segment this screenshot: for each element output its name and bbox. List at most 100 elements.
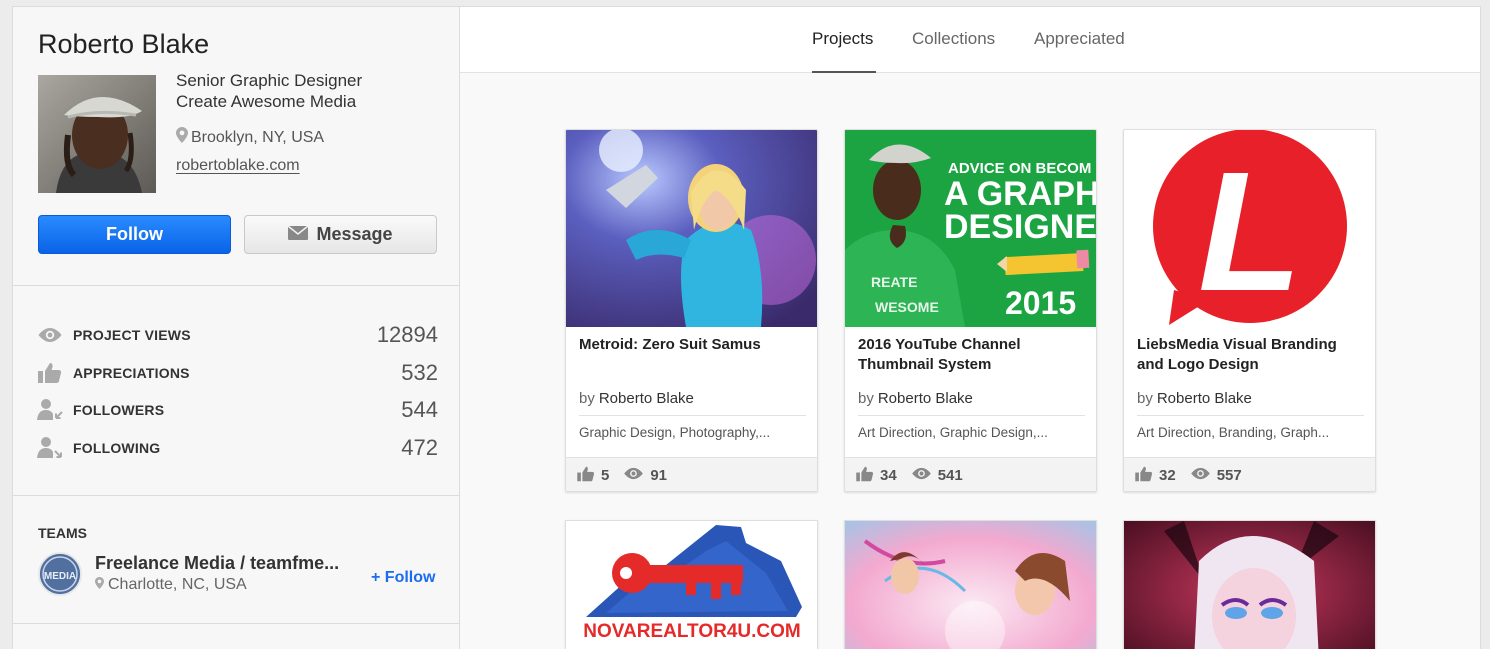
project-thumbnail[interactable] xyxy=(566,130,817,327)
owner-link[interactable]: Roberto Blake xyxy=(599,390,694,407)
team-name-link[interactable]: Freelance Media / teamfme... xyxy=(95,553,350,574)
view-count: 541 xyxy=(937,467,963,484)
profile-website-link[interactable]: robertoblake.com xyxy=(176,157,300,175)
project-thumbnail xyxy=(845,521,1096,649)
project-stats: 32 557 xyxy=(1124,457,1375,491)
eye-icon xyxy=(623,467,644,484)
tab-appreciated[interactable]: Appreciated xyxy=(1034,29,1125,49)
view-count: 557 xyxy=(1216,467,1242,484)
divider xyxy=(13,495,459,496)
project-title[interactable]: LiebsMedia Visual Branding and Logo Desi… xyxy=(1137,335,1365,375)
appreciation-count: 5 xyxy=(601,467,610,484)
thumbs-up-icon xyxy=(856,466,874,486)
by-text: by xyxy=(858,390,874,407)
envelope-icon xyxy=(288,224,309,245)
stat-appreciations: APPRECIATIONS 532 xyxy=(36,358,438,388)
thumbs-up-icon xyxy=(577,466,595,486)
project-owner: by Roberto Blake xyxy=(858,390,973,407)
novarealtor-logo-text: NOVAREALTOR4U.COM xyxy=(583,621,800,642)
project-fields: Art Direction, Branding, Graph... xyxy=(1137,425,1330,440)
field-link[interactable]: Art Direction xyxy=(858,425,932,440)
field-link[interactable]: Graph... xyxy=(1280,425,1329,440)
project-card[interactable]: REATE WESOME ADVICE ON BECOM A GRAPH DES… xyxy=(844,129,1097,492)
profile-sidebar: Roberto Blake Senior Graphic Designer Cr… xyxy=(12,6,460,649)
followers-icon xyxy=(36,398,64,422)
profile-occupation: Senior Graphic Designer xyxy=(176,71,363,90)
eye-icon xyxy=(911,467,932,484)
project-title[interactable]: 2016 YouTube Channel Thumbnail System xyxy=(858,335,1086,375)
tab-projects[interactable]: Projects xyxy=(812,29,873,49)
profile-location: Brooklyn, NY, USA xyxy=(176,127,324,148)
field-link[interactable]: Branding xyxy=(1219,425,1273,440)
divider xyxy=(579,415,806,416)
team-follow-button[interactable]: + Follow xyxy=(371,569,435,587)
stat-value: 544 xyxy=(401,397,438,422)
divider xyxy=(858,415,1085,416)
follow-button[interactable]: Follow xyxy=(38,215,231,254)
eye-icon xyxy=(1190,467,1211,484)
stat-label: FOLLOWERS xyxy=(73,402,165,418)
liebsmedia-logo-letter: L xyxy=(1198,137,1302,327)
project-card[interactable]: NOVAREALTOR4U.COM xyxy=(565,520,818,649)
thumbs-up-icon xyxy=(1135,466,1153,486)
profile-name: Roberto Blake xyxy=(38,29,210,59)
team-location: Charlotte, NC, USA xyxy=(95,576,247,594)
team-location-text: Charlotte, NC, USA xyxy=(108,576,247,593)
teams-heading: TEAMS xyxy=(38,525,87,541)
thumbs-up-icon xyxy=(36,362,64,384)
project-stats: 34 541 xyxy=(845,457,1096,491)
field-link[interactable]: Graphic Design,... xyxy=(940,425,1048,440)
stat-value: 472 xyxy=(401,435,438,460)
field-link[interactable]: Graphic Design xyxy=(579,425,672,440)
active-tab-indicator xyxy=(812,71,876,73)
project-owner: by Roberto Blake xyxy=(579,390,694,407)
appreciation-count: 32 xyxy=(1159,467,1176,484)
profile-location-text: Brooklyn, NY, USA xyxy=(191,128,325,146)
thumb-shirt-text-1: REATE xyxy=(871,274,917,290)
field-link[interactable]: Art Direction xyxy=(1137,425,1211,440)
project-card[interactable]: L LiebsMedia Visual Branding and Logo De… xyxy=(1123,129,1376,492)
thumb-text-line-3: DESIGNE xyxy=(944,208,1097,246)
owner-link[interactable]: Roberto Blake xyxy=(1157,390,1252,407)
by-text: by xyxy=(579,390,595,407)
field-link[interactable]: Photography,... xyxy=(680,425,771,440)
owner-link[interactable]: Roberto Blake xyxy=(878,390,973,407)
projects-panel: Projects Collections Appreciated Metroid… xyxy=(460,6,1481,649)
stat-label: FOLLOWING xyxy=(73,440,161,456)
behance-profile-page: Roberto Blake Senior Graphic Designer Cr… xyxy=(0,0,1490,649)
divider xyxy=(1137,415,1364,416)
by-text: by xyxy=(1137,390,1153,407)
thumb-shirt-text-2: WESOME xyxy=(875,299,939,315)
tab-collections[interactable]: Collections xyxy=(912,29,995,49)
stat-label: PROJECT VIEWS xyxy=(73,327,191,343)
team-logo-text: MEDIA xyxy=(44,571,76,582)
project-thumbnail[interactable]: L xyxy=(1124,130,1375,327)
message-button[interactable]: Message xyxy=(244,215,437,254)
project-fields: Graphic Design, Photography,... xyxy=(579,425,771,440)
tab-bar: Projects Collections Appreciated xyxy=(460,7,1480,73)
avatar[interactable] xyxy=(38,75,156,193)
stat-project-views: PROJECT VIEWS 12894 xyxy=(36,320,438,350)
project-card[interactable] xyxy=(844,520,1097,649)
appreciation-count: 34 xyxy=(880,467,897,484)
project-card[interactable]: Metroid: Zero Suit Samus by Roberto Blake… xyxy=(565,129,818,492)
stat-value: 12894 xyxy=(376,322,438,347)
project-card[interactable] xyxy=(1123,520,1376,649)
stat-label: APPRECIATIONS xyxy=(73,365,190,381)
stat-followers: FOLLOWERS 544 xyxy=(36,395,438,425)
view-count: 91 xyxy=(650,467,668,484)
project-thumbnail[interactable]: REATE WESOME ADVICE ON BECOM A GRAPH DES… xyxy=(845,130,1097,327)
stat-following: FOLLOWING 472 xyxy=(36,433,438,463)
location-pin-icon xyxy=(95,576,104,594)
eye-icon xyxy=(36,327,64,343)
project-thumbnail: NOVAREALTOR4U.COM xyxy=(566,521,817,649)
following-icon xyxy=(36,436,64,460)
team-logo[interactable]: MEDIA xyxy=(38,552,82,596)
project-fields: Art Direction, Graphic Design,... xyxy=(858,425,1048,440)
stat-value: 532 xyxy=(401,360,438,385)
project-stats: 5 91 xyxy=(566,457,817,491)
profile-company: Create Awesome Media xyxy=(176,92,357,111)
project-owner: by Roberto Blake xyxy=(1137,390,1252,407)
thumb-year: 2015 xyxy=(1005,285,1076,321)
project-title[interactable]: Metroid: Zero Suit Samus xyxy=(579,335,807,355)
